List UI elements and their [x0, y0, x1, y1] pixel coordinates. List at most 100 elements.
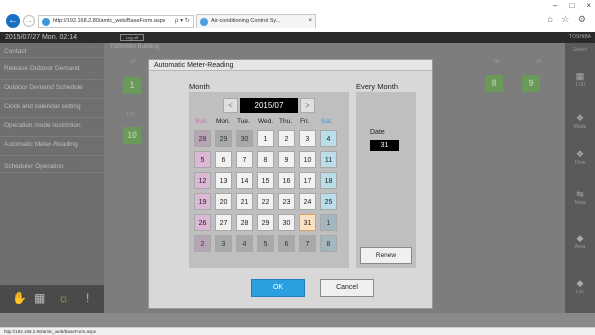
- sidebar-item-release-outdoor-demand[interactable]: Release Outdoor Demand ····: [0, 63, 104, 80]
- calendar-day[interactable]: 3: [299, 130, 316, 147]
- book-icon[interactable]: ▦: [34, 291, 45, 305]
- zone-tile[interactable]: 10: [123, 127, 141, 144]
- sidebar: Contact ···· Release Outdoor Demand ····…: [0, 43, 104, 313]
- minimize-button[interactable]: –: [553, 1, 557, 10]
- sidebar-item-label: Operation mode restriction: [4, 122, 81, 129]
- logoff-button[interactable]: Log off: [120, 34, 144, 41]
- date-value-field[interactable]: 31: [370, 140, 399, 151]
- prev-month-button[interactable]: <: [223, 98, 238, 113]
- calendar-day[interactable]: 28: [236, 214, 253, 231]
- rail-item-select[interactable]: Select: [565, 47, 595, 53]
- sidebar-item-scheduler-operation[interactable]: Scheduler Operation ····: [0, 160, 104, 173]
- sun-icon[interactable]: ☼: [58, 291, 69, 305]
- browser-chrome: – □ × ← → http://192.168.2.80/amtc_web/B…: [0, 0, 595, 32]
- sidebar-footer: ✋ ▦ ☼ !: [0, 285, 104, 313]
- floor-label: 9F: [536, 59, 542, 65]
- hand-icon[interactable]: ✋: [12, 291, 27, 305]
- calendar-day[interactable]: 8: [257, 151, 274, 168]
- mode-icon: ❖: [575, 113, 585, 123]
- calendar-day[interactable]: 11: [320, 151, 337, 168]
- calendar-day[interactable]: 27: [215, 214, 232, 231]
- current-datetime: 2015/07/27 Mon. 02:14: [5, 34, 78, 41]
- calendar-day[interactable]: 10: [299, 151, 316, 168]
- calendar-day[interactable]: 28: [194, 130, 211, 147]
- zone-tile[interactable]: 9: [522, 75, 540, 92]
- every-month-panel: Date 31 Renew: [356, 92, 416, 268]
- tab-close-icon[interactable]: ×: [308, 15, 312, 28]
- calendar-day[interactable]: 26: [194, 214, 211, 231]
- calendar-day[interactable]: 4: [320, 130, 337, 147]
- calendar-day[interactable]: 6: [278, 235, 295, 252]
- calendar-day[interactable]: 4: [236, 235, 253, 252]
- alert-icon[interactable]: !: [86, 291, 89, 305]
- calendar-day[interactable]: 2: [278, 130, 295, 147]
- next-month-button[interactable]: >: [300, 98, 315, 113]
- zone-tile[interactable]: 1: [123, 77, 141, 94]
- address-tools[interactable]: ρ ▾ ↻: [175, 15, 190, 28]
- calendar-day[interactable]: 25: [320, 193, 337, 210]
- sidebar-item-label: Automatic Meter-Reading: [4, 141, 78, 148]
- dots-icon: ····: [87, 89, 98, 95]
- browser-toolbar-icons[interactable]: ⌂ ☆ ⚙: [547, 14, 589, 25]
- calendar-day[interactable]: 1: [320, 214, 337, 231]
- rail-label: Area: [574, 244, 586, 250]
- calendar-day[interactable]: 5: [257, 235, 274, 252]
- calendar-day[interactable]: 14: [236, 172, 253, 189]
- rail-item-mode[interactable]: ❖ Mode: [565, 113, 595, 130]
- calendar-day[interactable]: 1: [257, 130, 274, 147]
- rail-item-loc[interactable]: ◆ Loc: [565, 278, 595, 295]
- floor-label: 1F: [130, 59, 136, 65]
- calendar-day[interactable]: 12: [194, 172, 211, 189]
- sidebar-item-automatic-meter-reading[interactable]: Automatic Meter-Reading ····: [0, 139, 104, 156]
- calendar-day[interactable]: 24: [299, 193, 316, 210]
- address-bar[interactable]: http://192.168.2.80/amtc_web/BaseForm.as…: [38, 15, 194, 28]
- calendar-day[interactable]: 19: [194, 193, 211, 210]
- calendar-day[interactable]: 23: [278, 193, 295, 210]
- calendar-day[interactable]: 13: [215, 172, 232, 189]
- rail-item-area[interactable]: ◆ Area: [565, 233, 595, 250]
- calendar-day[interactable]: 2: [194, 235, 211, 252]
- back-arrow-icon[interactable]: ←: [6, 14, 20, 28]
- maximize-button[interactable]: □: [569, 1, 574, 10]
- forward-arrow-icon[interactable]: →: [23, 15, 35, 27]
- dots-icon: ····: [87, 127, 98, 133]
- calendar-day[interactable]: 7: [236, 151, 253, 168]
- calendar-day[interactable]: 6: [215, 151, 232, 168]
- rail-item-value[interactable]: ▦ 1.00: [565, 71, 595, 88]
- rail-label: Mode: [573, 124, 587, 130]
- dots-icon: ····: [87, 70, 98, 76]
- weekday-header: Sun.: [195, 118, 209, 125]
- browser-tab[interactable]: Air-conditioning Control Sy... ×: [196, 14, 316, 28]
- cancel-button[interactable]: Cancel: [320, 279, 374, 297]
- calendar-day[interactable]: 31: [299, 214, 316, 231]
- ok-button[interactable]: OK: [251, 279, 305, 297]
- sidebar-item-outdoor-demand-schedule[interactable]: Outdoor Demand Schedule ····: [0, 82, 104, 99]
- calendar-day[interactable]: 20: [215, 193, 232, 210]
- calendar-day[interactable]: 8: [320, 235, 337, 252]
- sidebar-item-operation-mode-restriction[interactable]: Operation mode restriction ····: [0, 120, 104, 137]
- calendar-day[interactable]: 18: [320, 172, 337, 189]
- month-heading: Month: [189, 82, 210, 91]
- calendar-day[interactable]: 22: [257, 193, 274, 210]
- calendar-day[interactable]: 29: [257, 214, 274, 231]
- calendar-day[interactable]: 29: [215, 130, 232, 147]
- close-window-button[interactable]: ×: [586, 1, 591, 10]
- sidebar-item-clock-calendar[interactable]: Clock and calendar setting ····: [0, 101, 104, 118]
- calendar-day[interactable]: 30: [236, 130, 253, 147]
- calendar-day[interactable]: 17: [299, 172, 316, 189]
- calendar-day[interactable]: 7: [299, 235, 316, 252]
- sidebar-item-contact[interactable]: Contact ····: [0, 45, 104, 58]
- calendar-day[interactable]: 9: [278, 151, 295, 168]
- rail-item-flow[interactable]: ❖ Flow: [565, 149, 595, 166]
- brand-logo: TOSHIBA: [569, 34, 591, 40]
- calendar-panel: < 2015/07 > Sun. Mon. Tue. Wed. Thu. Fri. Sat.…: [189, 92, 349, 268]
- zone-tile[interactable]: 8: [485, 75, 503, 92]
- calendar-day[interactable]: 30: [278, 214, 295, 231]
- calendar-day[interactable]: 5: [194, 151, 211, 168]
- calendar-day[interactable]: 15: [257, 172, 274, 189]
- calendar-day[interactable]: 16: [278, 172, 295, 189]
- rail-item-temp[interactable]: ⇋ Temp: [565, 189, 595, 206]
- calendar-day[interactable]: 21: [236, 193, 253, 210]
- renew-button[interactable]: Renew: [360, 247, 412, 264]
- calendar-day[interactable]: 3: [215, 235, 232, 252]
